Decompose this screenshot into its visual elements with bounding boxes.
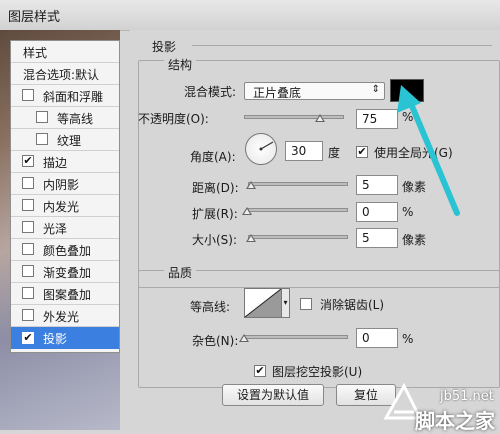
contour-curve-icon xyxy=(245,289,281,317)
opacity-slider[interactable] xyxy=(244,115,344,119)
size-input-value: 5 xyxy=(362,231,370,245)
updown-arrows-icon: ⇕ xyxy=(371,84,380,95)
noise-label: 杂色(N): xyxy=(192,334,239,348)
annotation-arrow-icon xyxy=(397,85,460,216)
style-item-gradient-overlay[interactable]: 渐变叠加 xyxy=(11,261,119,283)
structure-title: 结构 xyxy=(164,56,197,73)
style-item-inner-shadow[interactable]: 内阴影 xyxy=(11,173,119,195)
contour-label: 等高线: xyxy=(190,300,231,314)
dropdown-arrow-icon: ▾ xyxy=(283,298,288,307)
spread-slider[interactable] xyxy=(248,208,348,212)
style-item-label: 颜色叠加 xyxy=(43,244,92,258)
style-item-label: 光泽 xyxy=(43,222,68,236)
gradient-overlay-checkbox[interactable] xyxy=(22,265,34,277)
antialias-checkbox[interactable] xyxy=(300,298,312,310)
panel-title-divider xyxy=(192,45,492,46)
pattern-overlay-checkbox[interactable] xyxy=(22,287,34,299)
blend-mode-value: 正片叠底 xyxy=(253,86,302,100)
blend-mode-select[interactable]: 正片叠底 ⇕ xyxy=(244,82,385,100)
style-item-label: 内阴影 xyxy=(43,178,80,192)
contour-picker[interactable] xyxy=(244,288,282,318)
style-item-label: 纹理 xyxy=(57,134,82,148)
distance-input-value: 5 xyxy=(362,178,370,192)
global-light-checkbox[interactable]: ✔ xyxy=(356,146,368,158)
title-bar: 图层样式 xyxy=(0,0,500,31)
inner-shadow-checkbox[interactable] xyxy=(22,177,34,189)
opacity-input-value: 75 xyxy=(362,112,378,126)
distance-slider[interactable] xyxy=(248,182,348,186)
style-item-inner-glow[interactable]: 内发光 xyxy=(11,195,119,217)
angle-label: 角度(A): xyxy=(190,150,236,164)
spread-input-value: 0 xyxy=(362,205,370,219)
drop-shadow-checkbox[interactable]: ✔ xyxy=(22,332,34,344)
noise-input-value: 0 xyxy=(362,331,370,345)
style-item-label: 等高线 xyxy=(57,112,94,126)
style-item-label: 外发光 xyxy=(43,310,80,324)
spread-label: 扩展(R): xyxy=(192,207,238,221)
outer-glow-checkbox[interactable] xyxy=(22,309,34,321)
blend-mode-label: 混合模式: xyxy=(184,85,237,99)
opacity-label: 不透明度(O): xyxy=(138,112,209,126)
noise-slider[interactable] xyxy=(244,335,348,339)
angle-dial[interactable] xyxy=(245,133,277,165)
noise-unit: % xyxy=(402,332,414,346)
size-input[interactable]: 5 xyxy=(356,228,398,248)
quality-title: 品质 xyxy=(164,264,197,281)
style-item-bevel-emboss[interactable]: 斜面和浮雕 xyxy=(11,85,119,107)
style-item-label: 内发光 xyxy=(43,200,80,214)
noise-slider-handle[interactable] xyxy=(239,334,249,342)
noise-input[interactable]: 0 xyxy=(356,328,398,348)
distance-label: 距离(D): xyxy=(192,181,239,195)
watermark-url: jb51.net xyxy=(440,389,494,404)
knockout-checkbox[interactable]: ✔ xyxy=(254,365,266,377)
size-slider-handle[interactable] xyxy=(246,234,256,242)
style-item-drop-shadow[interactable]: ✔ 投影 xyxy=(11,327,119,349)
angle-input-value: 30 xyxy=(291,144,307,158)
spread-input[interactable]: 0 xyxy=(356,202,398,222)
style-item-label: 斜面和浮雕 xyxy=(43,90,104,104)
styles-header[interactable]: 样式 xyxy=(11,41,119,63)
contour-dropdown-button[interactable]: ▾ xyxy=(282,288,290,318)
style-item-label: 图案叠加 xyxy=(43,288,92,302)
bevel-emboss-checkbox[interactable] xyxy=(22,89,34,101)
style-item-label: 渐变叠加 xyxy=(43,266,92,280)
size-slider[interactable] xyxy=(248,235,348,239)
contour-checkbox[interactable] xyxy=(36,111,48,123)
make-default-label: 设置为默认值 xyxy=(236,388,309,402)
opacity-slider-handle[interactable] xyxy=(315,114,325,122)
angle-input[interactable]: 30 xyxy=(285,141,323,161)
color-overlay-checkbox[interactable] xyxy=(22,243,34,255)
make-default-button[interactable]: 设置为默认值 xyxy=(222,384,324,406)
style-item-label: 投影 xyxy=(43,332,68,346)
style-item-outer-glow[interactable]: 外发光 xyxy=(11,305,119,327)
styles-header-label: 样式 xyxy=(23,46,48,60)
inner-glow-checkbox[interactable] xyxy=(22,199,34,211)
size-label: 大小(S): xyxy=(192,233,238,247)
style-item-stroke[interactable]: ✔ 描边 xyxy=(11,151,119,173)
angle-indicator-icon xyxy=(259,141,274,151)
blend-options-label: 混合选项:默认 xyxy=(23,68,100,82)
texture-checkbox[interactable] xyxy=(36,133,48,145)
window-title: 图层样式 xyxy=(8,10,61,25)
spread-slider-handle[interactable] xyxy=(242,207,252,215)
size-unit: 像素 xyxy=(402,233,427,247)
satin-checkbox[interactable] xyxy=(22,221,34,233)
opacity-input[interactable]: 75 xyxy=(356,109,398,129)
antialias-label: 消除锯齿(L) xyxy=(320,298,385,312)
style-item-contour[interactable]: 等高线 xyxy=(11,107,119,129)
angle-unit: 度 xyxy=(328,146,341,160)
style-item-label: 描边 xyxy=(43,156,68,170)
style-item-texture[interactable]: 纹理 xyxy=(11,129,119,151)
styles-list: 样式 混合选项:默认 斜面和浮雕 等高线 纹理 ✔ 描边 内阴影 内发光 光泽 … xyxy=(10,40,120,353)
style-item-color-overlay[interactable]: 颜色叠加 xyxy=(11,239,119,261)
stroke-checkbox[interactable]: ✔ xyxy=(22,155,34,167)
distance-input[interactable]: 5 xyxy=(356,175,398,195)
reset-label: 复位 xyxy=(353,388,378,402)
distance-slider-handle[interactable] xyxy=(246,181,256,189)
knockout-label: 图层挖空投影(U) xyxy=(272,365,363,379)
style-item-satin[interactable]: 光泽 xyxy=(11,217,119,239)
blend-options-item[interactable]: 混合选项:默认 xyxy=(11,63,119,85)
style-item-pattern-overlay[interactable]: 图案叠加 xyxy=(11,283,119,305)
panel-title: 投影 xyxy=(152,40,177,54)
